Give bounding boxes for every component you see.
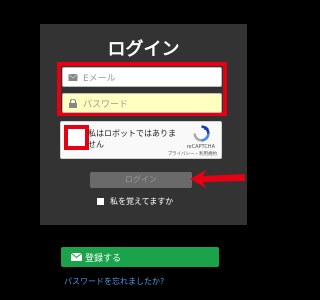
remember-checkbox[interactable]: [97, 198, 104, 205]
recaptcha-label: 私はロボットではありません: [88, 129, 176, 149]
login-button[interactable]: ログイン: [90, 172, 192, 188]
recaptcha-logo-icon: [193, 125, 210, 142]
recaptcha-checkbox[interactable]: [64, 125, 89, 150]
email-field[interactable]: Eメール: [62, 67, 222, 87]
forgot-password-link[interactable]: パスワードを忘れましたか?: [64, 276, 164, 287]
register-label: 登録する: [85, 253, 122, 264]
password-placeholder: パスワード: [83, 100, 129, 110]
envelope-icon: [68, 73, 78, 81]
email-placeholder: Eメール: [83, 74, 116, 84]
remember-me[interactable]: 私を覚えてますか: [97, 196, 173, 207]
recaptcha-links[interactable]: プライバシー・利用規約: [168, 151, 217, 157]
red-arrow-annotation: [190, 170, 245, 188]
register-button[interactable]: 登録する: [61, 247, 219, 267]
lock-icon: [69, 99, 77, 108]
recaptcha-widget: 私はロボットではありません reCAPTCHA プライバシー・利用規約: [60, 121, 222, 159]
recaptcha-brand: reCAPTCHA: [186, 144, 215, 150]
envelope-icon: [71, 253, 82, 261]
remember-label: 私を覚えてますか: [110, 197, 174, 206]
page-title: ログイン: [107, 39, 180, 60]
password-field[interactable]: パスワード: [62, 93, 222, 113]
